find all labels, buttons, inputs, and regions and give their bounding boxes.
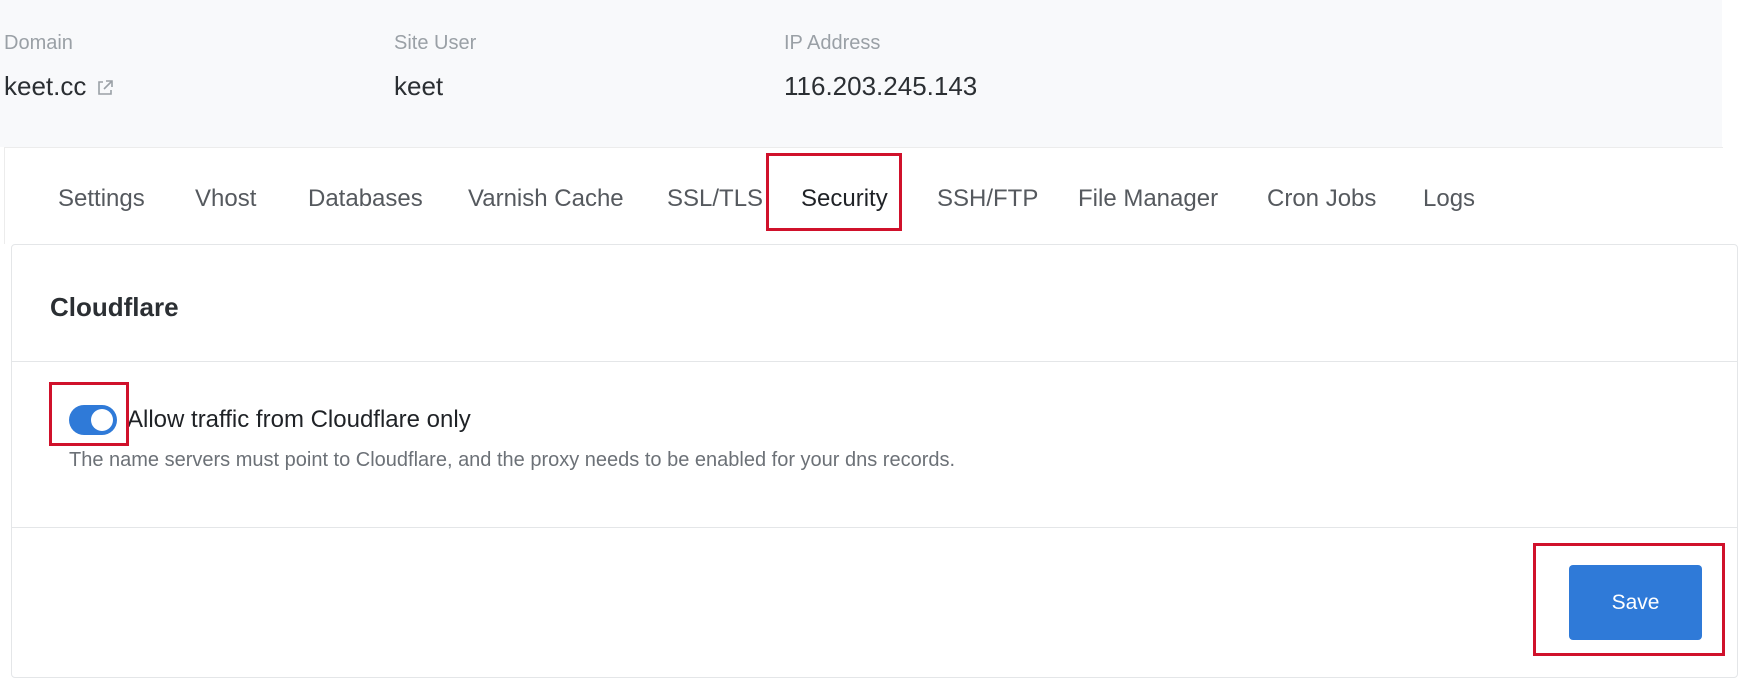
tab-databases[interactable]: Databases [308, 184, 423, 214]
card-header-divider [12, 361, 1737, 362]
tab-logs[interactable]: Logs [1423, 184, 1475, 214]
tab-settings[interactable]: Settings [58, 184, 145, 214]
domain-link[interactable]: keet.cc [4, 70, 86, 102]
domain-label: Domain [4, 32, 73, 54]
tab-varnish-cache[interactable]: Varnish Cache [468, 184, 624, 214]
save-button[interactable]: Save [1569, 565, 1702, 640]
external-link-icon[interactable] [96, 79, 114, 97]
site-user-label: Site User [394, 32, 477, 54]
tab-vhost[interactable]: Vhost [195, 184, 256, 214]
domain-value-row: keet.cc [4, 70, 114, 102]
tab-ssl-tls[interactable]: SSL/TLS [667, 184, 763, 214]
tab-security[interactable]: Security [801, 184, 888, 214]
card-title: Cloudflare [50, 292, 179, 322]
card-footer-divider [12, 527, 1737, 528]
ip-address-label: IP Address [784, 32, 881, 54]
domain-info: Domain keet.cc [4, 30, 114, 102]
ip-address-info: IP Address 116.203.245.143 [784, 30, 977, 102]
site-user-value: keet [394, 71, 444, 101]
site-user-info: Site User keet [394, 30, 476, 102]
cloudflare-help-text: The name servers must point to Cloudflar… [69, 449, 956, 471]
tab-ssh-ftp[interactable]: SSH/FTP [937, 184, 1038, 214]
toggle-knob [91, 409, 113, 431]
site-info-bar: Domain keet.cc Site User keet IP Address… [0, 0, 1722, 147]
cloudflare-card: Cloudflare Allow traffic from Cloudflare… [11, 244, 1738, 678]
tab-file-manager[interactable]: File Manager [1078, 184, 1218, 214]
site-tabs: Settings Vhost Databases Varnish Cache S… [4, 147, 1723, 244]
tab-cron-jobs[interactable]: Cron Jobs [1267, 184, 1376, 214]
cloudflare-only-label: Allow traffic from Cloudflare only [127, 406, 471, 433]
ip-address-value: 116.203.245.143 [784, 71, 978, 101]
cloudflare-only-toggle[interactable] [69, 405, 117, 435]
